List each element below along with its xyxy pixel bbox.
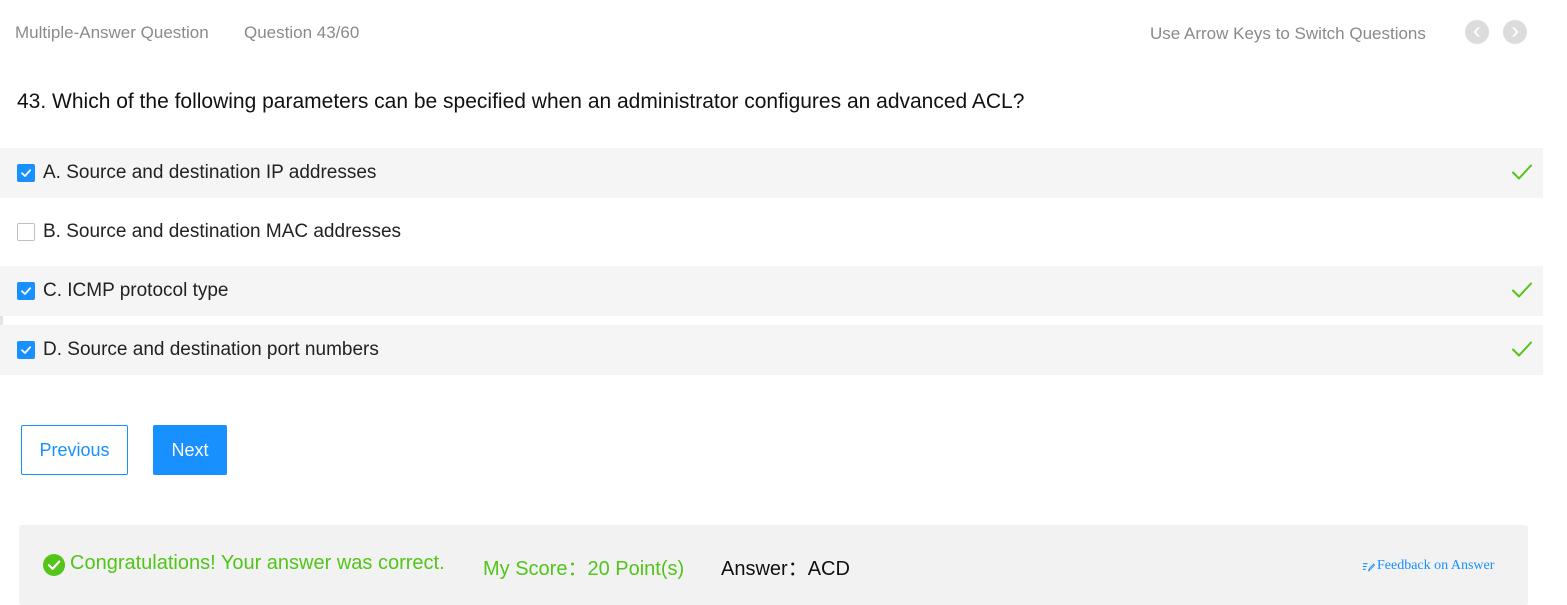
next-question-button[interactable] — [1503, 20, 1527, 44]
question-text: 43. Which of the following parameters ca… — [17, 90, 1025, 113]
previous-question-button[interactable] — [1465, 20, 1489, 44]
next-button[interactable]: Next — [153, 425, 227, 475]
chevron-right-icon — [1512, 27, 1519, 37]
edit-icon — [1362, 562, 1375, 571]
correct-check-icon — [1512, 164, 1532, 180]
option-a[interactable]: A. Source and destination IP addresses — [0, 148, 1543, 198]
option-c-checkbox[interactable] — [17, 282, 35, 300]
check-icon — [21, 287, 32, 295]
feedback-link[interactable]: Feedback on Answer — [1362, 558, 1494, 574]
feedback-link-label[interactable]: Feedback on Answer — [1377, 558, 1494, 574]
option-b-label: B. Source and destination MAC addresses — [43, 221, 402, 242]
option-b-checkbox[interactable] — [17, 223, 35, 241]
previous-button[interactable]: Previous — [21, 425, 128, 475]
option-d-label: D. Source and destination port numbers — [43, 339, 379, 360]
option-d[interactable]: D. Source and destination port numbers — [0, 325, 1543, 375]
option-c[interactable]: C. ICMP protocol type — [0, 266, 1543, 316]
option-d-checkbox[interactable] — [17, 341, 35, 359]
result-panel: Congratulations! Your answer was correct… — [19, 525, 1528, 605]
question-header: Multiple-Answer Question Question 43/60 … — [0, 0, 1567, 70]
correct-check-icon — [1512, 341, 1532, 357]
my-score: My Score：20 Point(s) — [483, 558, 685, 580]
question-counter: Question 43/60 — [244, 23, 360, 42]
question-type-label: Multiple-Answer Question — [15, 23, 209, 42]
check-icon — [21, 169, 32, 177]
correct-answer: Answer：ACD — [721, 558, 850, 580]
nav-hint: Use Arrow Keys to Switch Questions — [1150, 24, 1426, 43]
chevron-left-icon — [1473, 27, 1480, 37]
option-b[interactable]: B. Source and destination MAC addresses — [0, 207, 1543, 257]
check-icon — [21, 346, 32, 354]
option-a-checkbox[interactable] — [17, 164, 35, 182]
success-check-circle-icon — [43, 554, 65, 576]
option-a-label: A. Source and destination IP addresses — [43, 162, 377, 183]
result-message: Congratulations! Your answer was correct… — [70, 552, 445, 574]
correct-check-icon — [1512, 282, 1532, 298]
option-c-label: C. ICMP protocol type — [43, 280, 229, 301]
